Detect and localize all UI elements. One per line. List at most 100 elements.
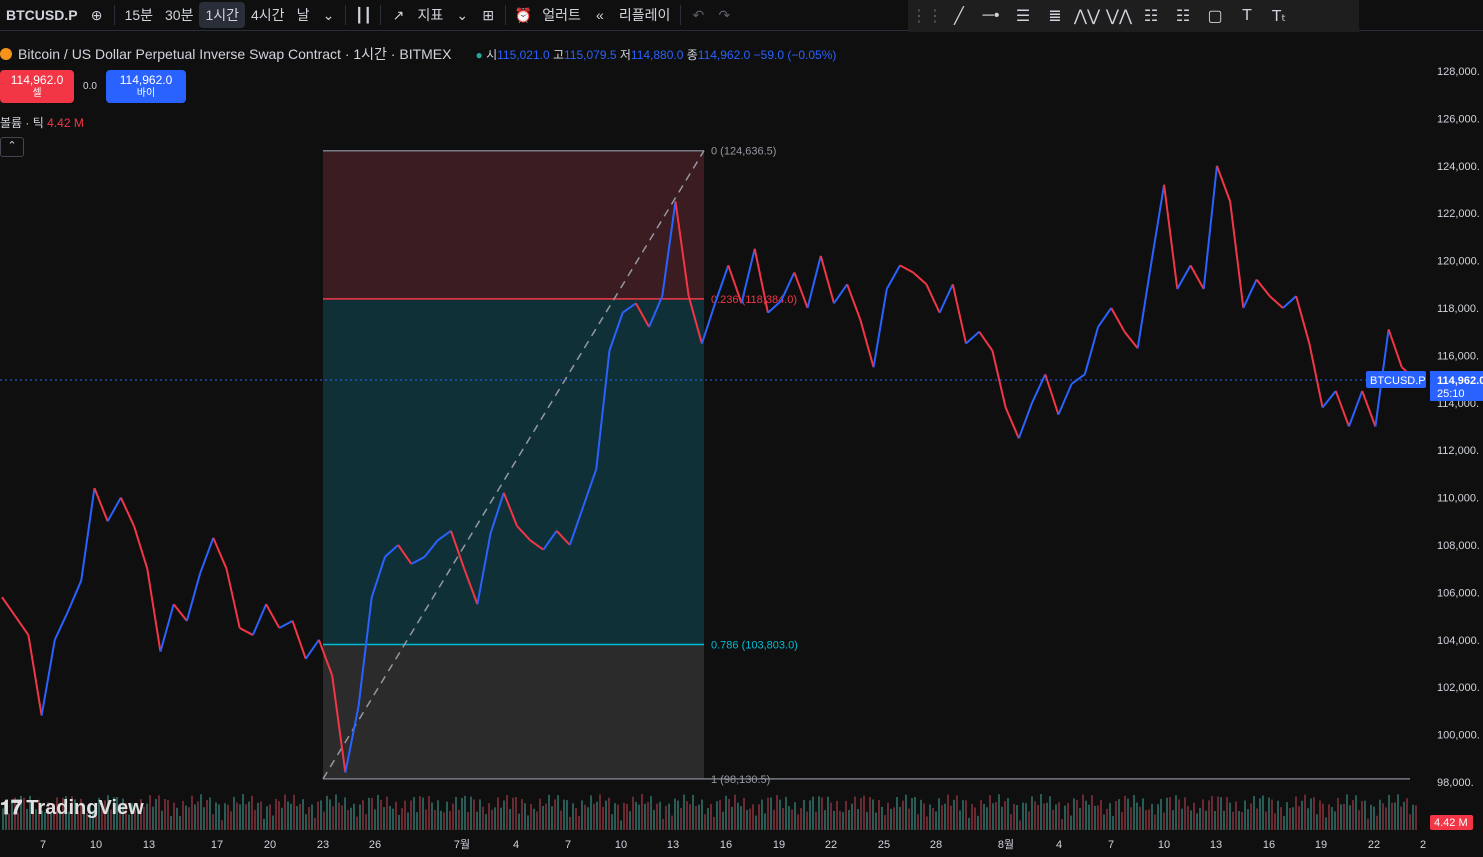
volume-bar (1052, 809, 1054, 830)
volume-bar (485, 814, 487, 830)
short-position-icon[interactable]: ☷ (1170, 3, 1196, 29)
volume-bar (1019, 820, 1021, 830)
volume-bar (164, 798, 166, 830)
volume-bar (785, 796, 787, 830)
volume-bar (437, 800, 439, 830)
volume-bar (509, 809, 511, 830)
collapse-legend-button[interactable]: ⌃ (0, 137, 24, 157)
volume-bar (914, 797, 916, 830)
volume-bar (323, 811, 325, 830)
interval-15m[interactable]: 15분 (119, 2, 159, 28)
undo-icon[interactable]: ↶ (685, 2, 711, 28)
symbol-search[interactable]: BTCUSD.P (0, 2, 84, 28)
volume-bar (902, 800, 904, 830)
volume-bar (974, 807, 976, 830)
volume-bar (1388, 794, 1390, 830)
interval-1h[interactable]: 1시간 (199, 2, 246, 28)
volume-bar (1184, 797, 1186, 830)
volume-bar (1118, 799, 1120, 830)
add-symbol-icon[interactable]: ⊕ (84, 2, 110, 28)
volume-bar (713, 816, 715, 830)
volume-bar (1004, 801, 1006, 830)
parallel-channel-icon[interactable]: ☰ (1010, 3, 1036, 29)
indicators-icon[interactable]: ↗ (385, 2, 411, 28)
volume-bar (797, 814, 799, 830)
trend-line-icon[interactable]: ╱ (946, 3, 972, 29)
volume-bar (188, 807, 190, 830)
volume-bar (419, 796, 421, 830)
volume-bar (161, 810, 163, 830)
interval-30m[interactable]: 30분 (159, 2, 199, 28)
abcd-pattern-icon[interactable]: ⋁⋀ (1106, 3, 1132, 29)
volume-bar (1310, 798, 1312, 830)
volume-bar (1283, 816, 1285, 830)
volume-bar (503, 800, 505, 830)
indicators-dropdown-icon[interactable]: ⌄ (449, 2, 475, 28)
fib-retracement-icon[interactable]: ≣ (1042, 3, 1068, 29)
alert-button[interactable]: 얼러트 (536, 2, 587, 28)
volume-bar (680, 808, 682, 830)
indicators-button[interactable]: 지표 (411, 2, 449, 28)
volume-bar (1319, 800, 1321, 830)
alert-icon[interactable]: ⏰ (510, 2, 536, 28)
volume-bar (1172, 810, 1174, 830)
elliott-wave-icon[interactable]: ⋀⋁ (1074, 3, 1100, 29)
volume-bar (1307, 808, 1309, 830)
horizontal-ray-icon[interactable]: ─• (978, 3, 1004, 29)
volume-bar (1124, 795, 1126, 830)
volume-bar (395, 801, 397, 830)
volume-bar (770, 797, 772, 830)
volume-bar (269, 804, 271, 830)
volume-bar (1214, 810, 1216, 830)
long-position-icon[interactable]: ☷ (1138, 3, 1164, 29)
text-icon[interactable]: T (1234, 3, 1260, 29)
volume-bar (1325, 817, 1327, 830)
interval-4h[interactable]: 4시간 (245, 2, 291, 28)
volume-bar (1391, 802, 1393, 830)
volume-bar (893, 807, 895, 830)
drag-handle-icon[interactable]: ⋮⋮ (911, 3, 943, 29)
price-segment (1031, 373, 1047, 404)
volume-bar (1064, 805, 1066, 830)
interval-dropdown-icon[interactable]: ⌄ (315, 2, 341, 28)
price-segment (1361, 390, 1377, 427)
volume-bar (599, 794, 601, 830)
volume-bar (1394, 802, 1396, 830)
replay-button[interactable]: 리플레이 (613, 2, 677, 28)
volume-bar (320, 800, 322, 830)
x-tick-label: 23 (317, 839, 329, 851)
volume-bar (1403, 801, 1405, 830)
volume-bar (461, 797, 463, 830)
volume-bar (692, 794, 694, 830)
volume-bar (752, 804, 754, 830)
volume-bar (659, 801, 661, 830)
volume-bar (572, 803, 574, 830)
rectangle-icon[interactable]: ▢ (1202, 3, 1228, 29)
x-tick-label: 7월 (454, 838, 470, 851)
volume-bar (146, 803, 148, 830)
buy-button[interactable]: 114,962.0 바이 (106, 70, 186, 103)
sell-button[interactable]: 114,962.0 셀 (0, 70, 74, 103)
volume-bar (1262, 795, 1264, 830)
volume-bar (1175, 795, 1177, 830)
x-tick-label: 25 (878, 839, 890, 851)
volume-bar (935, 811, 937, 830)
tv-logo-icon: 𝟏𝟕 (0, 797, 23, 819)
price-segment (1071, 373, 1086, 385)
templates-icon[interactable]: ⊞ (475, 2, 501, 28)
volume-bar (1007, 797, 1009, 830)
price-segment (93, 487, 109, 522)
volume-bar (290, 803, 292, 830)
x-tick-label: 10 (615, 839, 627, 851)
candle-type-icon[interactable]: ┃┃ (350, 2, 376, 28)
volume-bar (593, 803, 595, 830)
anchored-text-icon[interactable]: Tₜ (1266, 3, 1292, 29)
replay-icon[interactable]: « (587, 2, 613, 28)
volume-bar (1298, 806, 1300, 830)
price-chart[interactable]: 0 (124,636.5)0.236 (118,384.0)0.786 (103… (0, 0, 1483, 857)
interval-1d[interactable]: 날 (291, 2, 316, 28)
redo-icon[interactable]: ↷ (711, 2, 737, 28)
volume-bar (1220, 797, 1222, 830)
volume-bar (371, 797, 373, 830)
x-tick-label: 7 (1108, 839, 1114, 851)
